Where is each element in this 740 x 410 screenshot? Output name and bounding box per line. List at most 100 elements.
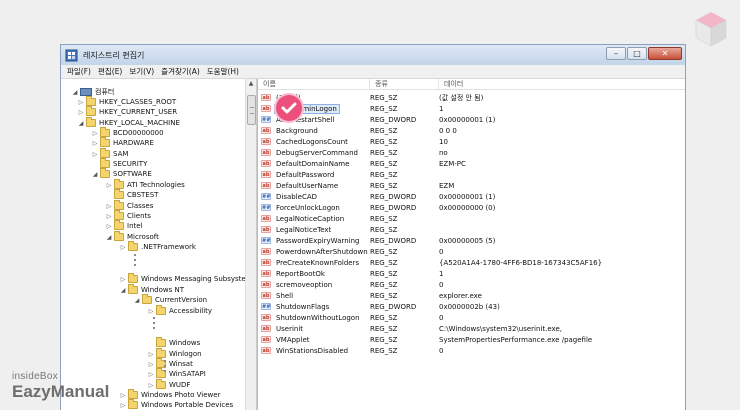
table-row[interactable]: ab(기본값)REG_SZ(값 설정 안 됨) (258, 92, 678, 103)
menu-help[interactable]: 도움말(H) (207, 66, 239, 77)
collapse-arrow-icon[interactable]: ◢ (119, 287, 127, 294)
tree-scrollbar[interactable]: ▲ (245, 79, 257, 410)
tree-node[interactable]: ▷ Winsat (147, 358, 193, 369)
tree-ellipsis-icon (164, 360, 167, 375)
table-row[interactable]: ab VMApplet REG_SZ SystemPropertiesPerforma… (258, 334, 678, 345)
expand-arrow-icon[interactable]: ▷ (105, 223, 113, 230)
tree-node[interactable]: ◢ SOFTWARE (91, 168, 152, 179)
tree-node[interactable]: Windows (147, 337, 200, 348)
tree-node[interactable]: ▷ HARDWARE (91, 137, 154, 148)
tree-node[interactable]: ▷ SAM (91, 148, 128, 159)
menu-edit[interactable]: 편집(E) (98, 66, 122, 77)
table-row[interactable]: ab DefaultUserName REG_SZ EZM (258, 180, 678, 191)
collapse-arrow-icon[interactable]: ◢ (105, 234, 113, 241)
table-row[interactable]: ab DefaultDomainName REG_SZ EZM-PC (258, 158, 678, 169)
table-row[interactable]: ab ReportBootOk REG_SZ 1 (258, 268, 678, 279)
expand-arrow-icon[interactable]: ▷ (147, 382, 155, 389)
table-row[interactable]: ab Background REG_SZ 0 0 0 (258, 125, 678, 136)
tree-node[interactable]: ▷ Windows Photo Viewer (119, 389, 220, 400)
expand-arrow-icon[interactable]: ▷ (77, 109, 85, 116)
tree-node[interactable]: ◢ 컴퓨터 (71, 87, 114, 97)
tree-node[interactable]: ◢ Windows NT (119, 284, 184, 295)
tree-node-label: Winlogon (169, 350, 202, 358)
tree-node[interactable]: ▷ WUDF (147, 379, 190, 390)
tree-node[interactable]: ▷ HKEY_CURRENT_USER (77, 106, 178, 117)
table-row[interactable]: ab scremoveoption REG_SZ 0 (258, 279, 678, 290)
tree-node[interactable]: ◢ HKEY_LOCAL_MACHINE (77, 117, 180, 128)
collapse-arrow-icon[interactable]: ◢ (71, 89, 79, 96)
table-row[interactable]: ab CachedLogonsCount REG_SZ 10 (258, 136, 678, 147)
expand-arrow-icon[interactable]: ▷ (77, 99, 85, 106)
table-row[interactable]: ab AutoAdminLogon REG_SZ 1 (258, 103, 678, 114)
value-name: ReportBootOk (276, 269, 325, 278)
tree-node[interactable]: ▷ Classes (105, 200, 154, 211)
tree-node-label: Classes (127, 202, 154, 210)
tree-node[interactable]: ▷ Intel (105, 220, 143, 231)
table-row[interactable]: ab Userinit REG_SZ C:\Windows\system32\user… (258, 323, 678, 334)
col-data-header[interactable]: 데이터 (439, 79, 679, 89)
title-bar: 레지스트리 편집기 – □ ✕ (61, 45, 685, 65)
value-data: 0x00000001 (1) (439, 115, 496, 124)
tree-node[interactable]: CBSTEST (105, 189, 158, 200)
tree-node[interactable]: ◢ CurrentVersion (133, 294, 207, 305)
col-type-header[interactable]: 종류 (370, 79, 439, 89)
expand-arrow-icon[interactable]: ▷ (119, 276, 127, 283)
expand-arrow-icon[interactable]: ▷ (147, 351, 155, 358)
table-row[interactable]: ## PasswordExpiryWarning REG_DWORD 0x000000… (258, 235, 678, 246)
tree-node[interactable]: ▷ .NETFramework (119, 241, 196, 252)
scroll-thumb[interactable] (247, 95, 256, 125)
expand-arrow-icon[interactable]: ▷ (119, 244, 127, 251)
expand-arrow-icon[interactable]: ▷ (147, 308, 155, 315)
tree-node[interactable]: ▷ Accessibility (147, 305, 212, 316)
value-type: REG_DWORD (370, 203, 417, 212)
tree-node[interactable]: ▷ Clients (105, 210, 151, 221)
table-row[interactable]: ab WinStationsDisabled REG_SZ 0 (258, 345, 678, 356)
expand-arrow-icon[interactable]: ▷ (147, 371, 155, 378)
table-row[interactable]: ## AutoRestartShell REG_DWORD 0x00000001 (1… (258, 114, 678, 125)
tree-node-label: HKEY_CURRENT_USER (99, 108, 178, 116)
tree-ellipsis-icon (134, 254, 137, 269)
value-type: REG_SZ (370, 104, 398, 113)
table-row[interactable]: ## ShutdownFlags REG_DWORD 0x0000002b (43) (258, 301, 678, 312)
table-row[interactable]: ## ForceUnlockLogon REG_DWORD 0x00000000 (0… (258, 202, 678, 213)
scroll-up-icon[interactable]: ▲ (246, 79, 256, 89)
folder-icon (86, 96, 96, 106)
table-row[interactable]: ab LegalNoticeText REG_SZ (258, 224, 678, 235)
value-type: REG_DWORD (370, 302, 417, 311)
minimize-button[interactable]: – (606, 47, 626, 60)
table-row[interactable]: ab PreCreateKnownFolders REG_SZ {A520A1A4-1… (258, 257, 678, 268)
value-type: REG_SZ (370, 247, 398, 256)
table-row[interactable]: ## DisableCAD REG_DWORD 0x00000001 (1) (258, 191, 678, 202)
expand-arrow-icon[interactable]: ▷ (105, 203, 113, 210)
collapse-arrow-icon[interactable]: ◢ (91, 171, 99, 178)
expand-arrow-icon[interactable]: ▷ (105, 182, 113, 189)
value-name: DefaultUserName (276, 181, 339, 190)
expand-arrow-icon[interactable]: ▷ (119, 402, 127, 409)
table-row[interactable]: ab Shell REG_SZ explorer.exe (258, 290, 678, 301)
menu-file[interactable]: 파일(F) (67, 66, 91, 77)
table-row[interactable]: ab DebugServerCommand REG_SZ no (258, 147, 678, 158)
expand-arrow-icon[interactable]: ▷ (119, 392, 127, 399)
menu-view[interactable]: 보기(V) (129, 66, 154, 77)
binary-value-icon: ## (261, 204, 271, 211)
table-row[interactable]: ab ShutdownWithoutLogon REG_SZ 0 (258, 312, 678, 323)
tree-node[interactable]: ▷ Windows Portable Devices (119, 399, 233, 410)
value-type: REG_SZ (370, 324, 398, 333)
menu-favorites[interactable]: 즐겨찾기(A) (161, 66, 200, 77)
folder-icon (156, 305, 166, 315)
collapse-arrow-icon[interactable]: ◢ (77, 120, 85, 127)
expand-arrow-icon[interactable]: ▷ (105, 213, 113, 220)
expand-arrow-icon[interactable]: ▷ (91, 130, 99, 137)
col-name-header[interactable]: 이름 (258, 79, 370, 89)
table-row[interactable]: ab PowerdownAfterShutdown REG_SZ 0 (258, 246, 678, 257)
close-button[interactable]: ✕ (648, 47, 682, 60)
tree-node[interactable]: ▷ WinSATAPI (147, 368, 206, 379)
expand-arrow-icon[interactable]: ▷ (147, 361, 155, 368)
table-row[interactable]: ab LegalNoticeCaption REG_SZ (258, 213, 678, 224)
collapse-arrow-icon[interactable]: ◢ (133, 297, 141, 304)
tree-node[interactable]: ▷ Windows Messaging Subsystem (119, 273, 247, 284)
maximize-button[interactable]: □ (627, 47, 647, 60)
expand-arrow-icon[interactable]: ▷ (91, 151, 99, 158)
expand-arrow-icon[interactable]: ▷ (91, 140, 99, 147)
table-row[interactable]: ab DefaultPassword REG_SZ (258, 169, 678, 180)
